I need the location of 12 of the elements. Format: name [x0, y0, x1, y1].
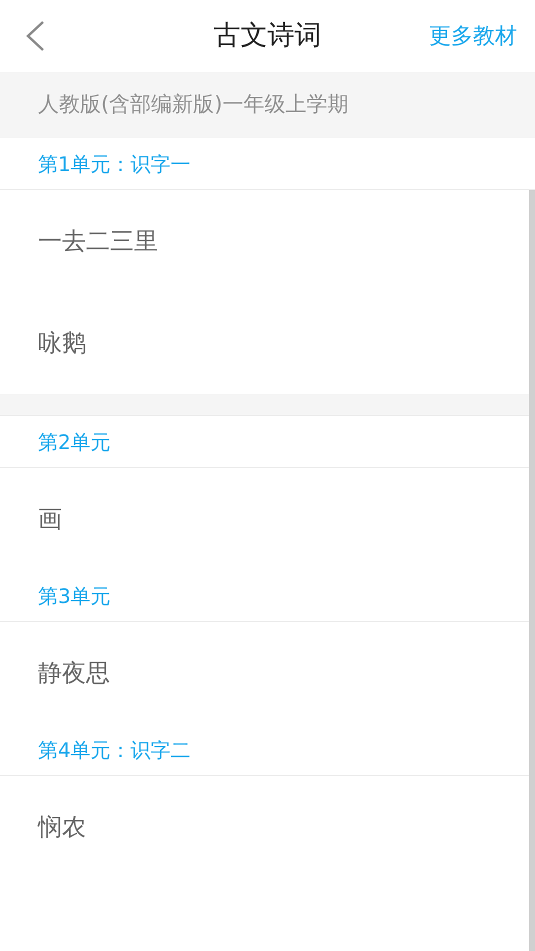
page-title: 古文诗词	[214, 18, 322, 53]
unit-heading: 第3单元	[38, 582, 111, 610]
poem-title[interactable]: 静夜思	[38, 655, 110, 691]
back-icon[interactable]	[24, 20, 46, 52]
unit-heading: 第2单元	[38, 428, 111, 456]
poem-title[interactable]: 一去二三里	[38, 223, 158, 259]
unit-heading: 第1单元：识字一	[38, 150, 191, 178]
edition-banner: 人教版(含部编新版)一年级上学期	[0, 72, 535, 138]
unit-heading: 第4单元：识字二	[38, 736, 191, 764]
poem-title[interactable]: 画	[38, 501, 62, 537]
poem-title[interactable]: 咏鹅	[38, 325, 86, 361]
poem-title[interactable]: 悯农	[38, 809, 86, 845]
